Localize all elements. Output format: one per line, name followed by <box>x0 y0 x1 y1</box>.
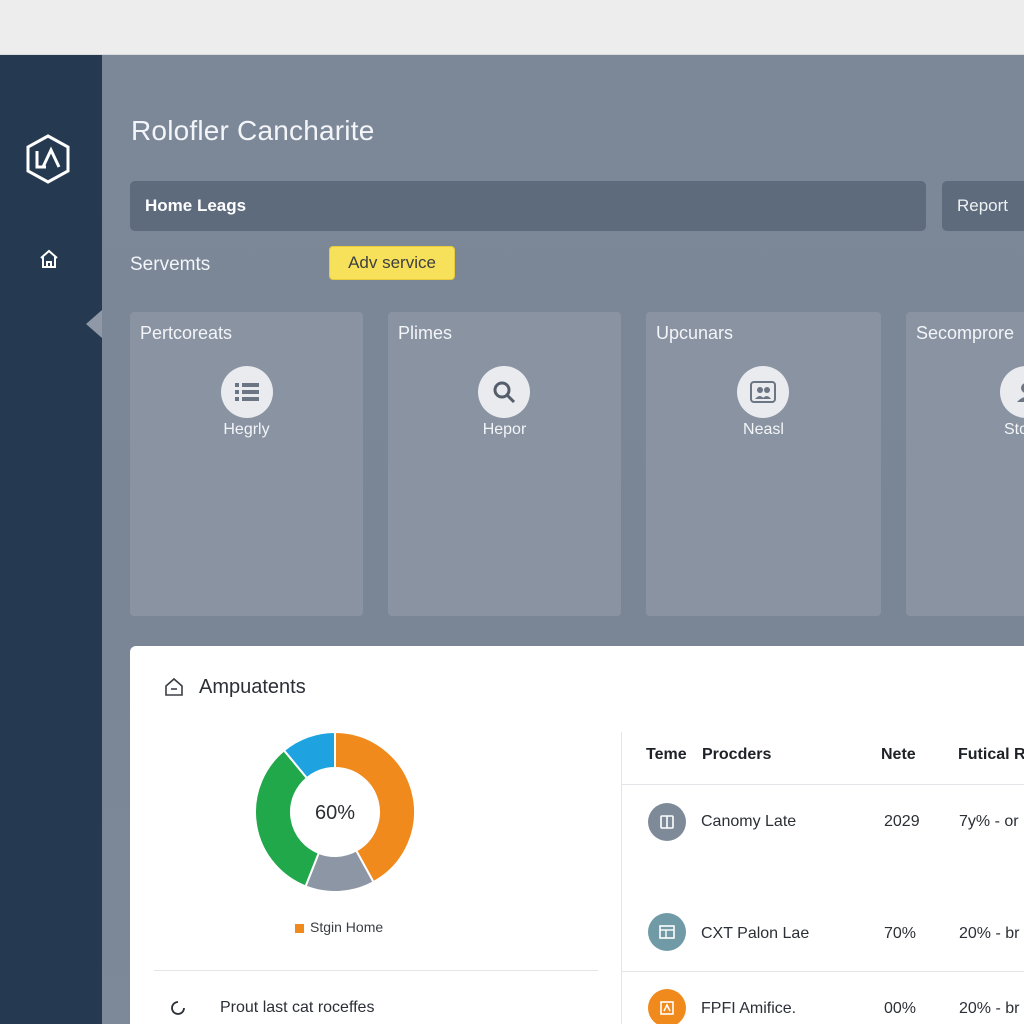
browser-top-bar <box>0 0 1024 55</box>
search-icon <box>478 366 530 418</box>
service-card-3[interactable]: Upcunars Neasl <box>646 312 881 616</box>
document-icon <box>648 803 686 841</box>
search-input[interactable]: Home Leags <box>130 181 926 231</box>
donut-chart: 60% <box>254 730 416 893</box>
search-value: Home Leags <box>145 196 247 215</box>
row-name: CXT Palon Lae <box>701 925 810 942</box>
refresh-icon[interactable] <box>168 998 188 1018</box>
divider <box>154 970 598 971</box>
report-button[interactable]: Report <box>942 181 1024 231</box>
users-icon <box>737 366 789 418</box>
row-value: 70% <box>884 925 917 942</box>
app-logo-icon[interactable] <box>24 133 72 185</box>
service-card-2[interactable]: Plimes Hepor <box>388 312 621 616</box>
card-subtitle: Hepor <box>482 421 527 438</box>
home-outline-icon <box>165 677 183 696</box>
row-value: 00% <box>884 1000 917 1017</box>
service-card-4[interactable]: Secomprore Sto <box>906 312 1024 616</box>
card-title: Secomprore <box>916 323 1015 343</box>
sidebar <box>0 55 102 1024</box>
window-icon <box>648 913 686 951</box>
column-header[interactable]: Nete <box>881 746 916 764</box>
footer-text: Prout last cat roceffes <box>220 999 375 1016</box>
chart-legend: Stgin Home <box>295 919 383 935</box>
card-subtitle: Neasl <box>743 421 784 438</box>
list-icon <box>221 366 273 418</box>
sidebar-active-indicator <box>86 310 102 338</box>
page-title: Rolofler Cancharite <box>131 115 375 146</box>
add-service-button[interactable]: Adv service <box>329 246 455 280</box>
header-divider <box>622 784 1024 785</box>
legend-swatch <box>295 923 304 933</box>
column-header[interactable]: Teme <box>646 746 687 764</box>
row-divider <box>622 971 1024 972</box>
user-icon <box>1000 366 1024 418</box>
row-extra: 20% - br <box>959 1000 1020 1017</box>
row-name: FPFI Amifice. <box>701 1000 797 1017</box>
row-value: 2029 <box>884 813 920 830</box>
appointments-panel: Ampuatents 60% Stgin Home Prout last cat… <box>130 646 1024 1024</box>
donut-center-label: 60% <box>315 802 355 824</box>
home-icon[interactable] <box>37 247 61 271</box>
card-title: Pertcoreats <box>140 323 233 343</box>
card-title: Upcunars <box>656 323 734 343</box>
report-label: Report <box>957 196 1009 215</box>
column-divider <box>621 732 622 1024</box>
panel-title: Ampuatents <box>199 676 306 698</box>
services-label: Servemts <box>130 254 211 275</box>
row-extra: 7y% - or <box>959 813 1019 830</box>
legend-label: Stgin Home <box>310 919 384 935</box>
card-title: Plimes <box>398 323 453 343</box>
main-content: Rolofler Cancharite Home Leags Report Se… <box>102 55 1024 1024</box>
column-header[interactable]: Procders <box>702 746 771 764</box>
card-subtitle: Hegrly <box>223 421 270 438</box>
card-subtitle: Sto <box>1004 421 1024 438</box>
chart-icon <box>648 989 686 1024</box>
column-header[interactable]: Futical R <box>958 746 1024 764</box>
service-card-1[interactable]: Pertcoreats Hegrly <box>130 312 363 616</box>
row-extra: 20% - br <box>959 925 1020 942</box>
row-name: Canomy Late <box>701 813 797 830</box>
